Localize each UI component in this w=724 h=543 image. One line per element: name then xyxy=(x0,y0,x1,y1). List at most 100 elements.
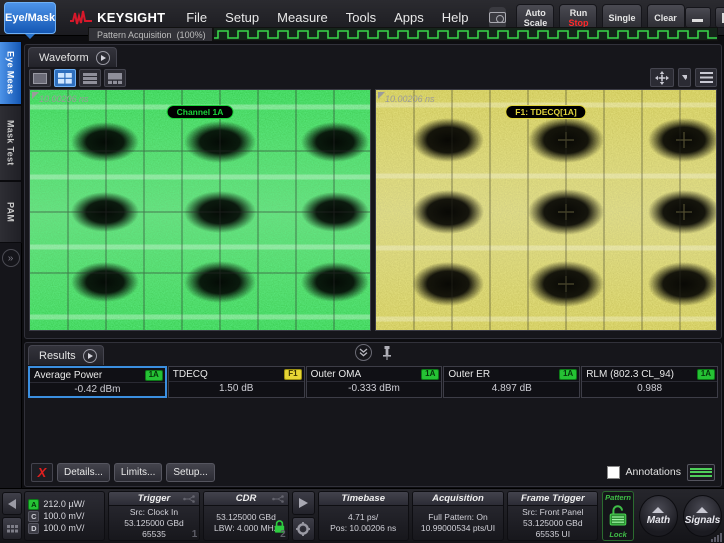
eye-diagram-channel-1a[interactable]: 10.00206 ns Channel 1A xyxy=(29,89,371,331)
chevron-down-icon xyxy=(682,75,687,80)
tab-waveform-label: Waveform xyxy=(39,52,89,64)
tab-waveform[interactable]: Waveform xyxy=(28,47,117,67)
timebase-title-label: Timebase xyxy=(341,493,385,504)
frame-trigger-title: Frame Trigger xyxy=(508,492,597,506)
results-collapse-button[interactable] xyxy=(355,344,372,361)
panel-menu-button[interactable] xyxy=(695,68,717,87)
result-card-outer-oma[interactable]: Outer OMA 1A -0.333 dBm xyxy=(306,366,443,398)
signals-knob[interactable]: Signals xyxy=(683,495,722,537)
result-card-average-power[interactable]: Average Power 1A -0.42 dBm xyxy=(28,366,167,398)
result-card-head: TDECQ F1 xyxy=(169,367,304,381)
pattern-lock-top-label: Pattern xyxy=(605,493,631,502)
channel-key-c: C xyxy=(28,511,39,522)
cdr-line-1: 53.125000 GBd xyxy=(216,512,276,523)
trigger-title-label: Trigger xyxy=(138,493,171,504)
channel-value-a: 212.0 µW/ xyxy=(43,499,84,509)
acquisition-box[interactable]: Acquisition Full Pattern: On 10.99000534… xyxy=(412,491,505,541)
cdr-action-buttons xyxy=(292,491,315,541)
timebase-line-2: Pos: 10.00206 ns xyxy=(330,523,396,534)
layout-single-button[interactable] xyxy=(29,69,51,87)
sidebar-item-mask-test[interactable]: Mask Test xyxy=(0,105,22,181)
result-label-outer-oma: Outer OMA xyxy=(311,369,362,380)
annotations-label: Annotations xyxy=(626,466,681,478)
eye-diagram-tdecq[interactable]: 10.00206 ns F1: TDECQ[1A] xyxy=(375,89,717,331)
math-knob[interactable]: Math xyxy=(639,495,678,537)
cdr-settings-button[interactable] xyxy=(292,517,315,541)
channel-key-d: D xyxy=(28,523,39,534)
results-tab-row: Results xyxy=(25,343,721,364)
tab-results[interactable]: Results xyxy=(28,345,104,365)
sidebar-expand-button[interactable]: » xyxy=(2,249,20,267)
timebase-box[interactable]: Timebase 4.71 ps/ Pos: 10.00206 ns xyxy=(318,491,409,541)
acquisition-title-label: Acquisition xyxy=(432,493,484,504)
signals-knob-label: Signals xyxy=(685,515,721,526)
results-footer: X Details... Limits... Setup... Annotati… xyxy=(25,461,721,483)
layout-rows-button[interactable] xyxy=(79,69,101,87)
eye-tdecq-function-tag[interactable]: F1: TDECQ[1A] xyxy=(505,105,586,119)
grid-dots-icon xyxy=(7,525,18,533)
mode-button-eye-mask[interactable]: Eye/Mask xyxy=(4,2,56,34)
tab-results-label: Results xyxy=(39,350,76,362)
camera-glyph xyxy=(489,12,506,23)
pattern-acquisition-label: Pattern Acquisition (100%) xyxy=(88,27,213,41)
results-cards: Average Power 1A -0.42 dBm TDECQ F1 1.50… xyxy=(25,364,721,398)
layout-main-bottom-button[interactable] xyxy=(104,69,126,87)
pan-mode-dropdown[interactable] xyxy=(678,68,691,87)
setup-button[interactable]: Setup... xyxy=(166,463,214,482)
results-close-button[interactable]: X xyxy=(31,463,53,482)
window-maximize-button[interactable] xyxy=(715,7,724,28)
trigger-title: Trigger xyxy=(109,492,200,506)
color-grade-button[interactable] xyxy=(687,464,715,481)
result-card-tdecq[interactable]: TDECQ F1 1.50 dB xyxy=(168,366,305,398)
frame-trigger-line-2: 53.125000 GBd xyxy=(523,518,583,529)
waveform-right-tools xyxy=(650,68,717,87)
eye-corner-marker xyxy=(378,92,385,99)
limits-button[interactable]: Limits... xyxy=(114,463,162,482)
sidebar-item-eye-meas[interactable]: Eye Meas xyxy=(0,41,22,105)
layout-grid-button[interactable] xyxy=(54,69,76,87)
eye-1a-channel-tag[interactable]: Channel 1A xyxy=(167,105,234,119)
bottom-status-bar: A 212.0 µW/ C 100.0 mV/ D 100.0 mV/ Trig… xyxy=(0,488,724,543)
pattern-lock-bottom-label: Lock xyxy=(609,530,627,539)
hamburger-icon xyxy=(700,72,713,83)
waveform-toolbar xyxy=(25,67,721,89)
frame-trigger-line-1: Src: Front Panel xyxy=(522,507,583,518)
acq-waveform-icon xyxy=(214,28,718,41)
play-icon[interactable] xyxy=(83,349,97,363)
result-label-rlm: RLM (802.3 CL_94) xyxy=(586,369,674,380)
frame-trigger-line-3: 65535 UI xyxy=(536,529,571,540)
sidebar-item-pam[interactable]: PAM xyxy=(0,181,22,243)
cdr-run-button[interactable] xyxy=(292,491,315,515)
layout-rows-icon xyxy=(83,73,97,84)
pan-mode-button[interactable] xyxy=(650,68,674,87)
pattern-lock-indicator[interactable]: Pattern Lock xyxy=(602,491,634,541)
waveform-panel: Waveform xyxy=(24,44,722,339)
result-label-outer-er: Outer ER xyxy=(448,369,490,380)
details-button[interactable]: Details... xyxy=(57,463,110,482)
window-minimize-button[interactable] xyxy=(685,7,711,28)
play-icon xyxy=(299,498,308,508)
usb-icon xyxy=(272,495,284,503)
trigger-line-3: 65535 xyxy=(142,529,166,540)
nav-prev-button[interactable] xyxy=(2,492,22,515)
chevron-double-down-icon xyxy=(359,348,368,357)
trigger-box[interactable]: Trigger Src: Clock In 53.125000 GBd 6553… xyxy=(108,491,201,541)
eye-1a-plot xyxy=(30,90,370,331)
results-pin-button[interactable] xyxy=(382,346,392,360)
result-card-rlm[interactable]: RLM (802.3 CL_94) 1A 0.988 xyxy=(581,366,718,398)
stripe-1 xyxy=(690,468,712,470)
cdr-box[interactable]: CDR 53.125000 GBd LBW: 4.000 MHz 2 xyxy=(203,491,288,541)
timebase-title: Timebase xyxy=(319,492,408,506)
channel-row-a: A 212.0 µW/ xyxy=(28,499,100,510)
play-icon[interactable] xyxy=(96,51,110,65)
eye-1a-time-label: 10.00206 ns xyxy=(39,94,89,104)
result-card-head: Average Power 1A xyxy=(30,368,165,382)
math-knob-label: Math xyxy=(647,515,670,526)
channel-row-c: C 100.0 mV/ xyxy=(28,511,100,522)
eye-tdecq-time-label: 10.00206 ns xyxy=(385,94,435,104)
channel-readout-box[interactable]: A 212.0 µW/ C 100.0 mV/ D 100.0 mV/ xyxy=(24,491,104,541)
frame-trigger-box[interactable]: Frame Trigger Src: Front Panel 53.125000… xyxy=(507,491,598,541)
annotations-checkbox[interactable] xyxy=(607,466,620,479)
result-card-outer-er[interactable]: Outer ER 1A 4.897 dB xyxy=(443,366,580,398)
nav-grid-button[interactable] xyxy=(2,517,22,540)
